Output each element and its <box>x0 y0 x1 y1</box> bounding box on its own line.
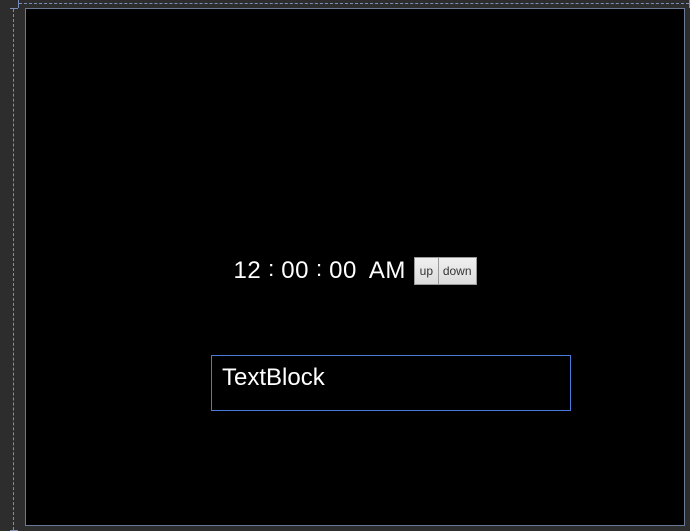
spinner-buttons: up down <box>414 257 477 285</box>
time-separator: : <box>316 256 322 282</box>
up-button[interactable]: up <box>414 257 438 285</box>
textblock-label: TextBlock <box>222 364 325 391</box>
time-hours[interactable]: 12 <box>233 257 261 285</box>
down-button[interactable]: down <box>438 257 477 285</box>
time-picker[interactable]: 12 : 00 : 00 AM up down <box>26 257 684 285</box>
textblock-container[interactable]: TextBlock <box>211 355 571 411</box>
vertical-ruler <box>10 8 18 531</box>
time-minutes[interactable]: 00 <box>281 257 309 285</box>
time-separator: : <box>268 256 274 282</box>
design-canvas: 12 : 00 : 00 AM up down TextBlock <box>25 8 685 526</box>
time-seconds[interactable]: 00 <box>329 257 357 285</box>
time-ampm[interactable]: AM <box>369 257 406 285</box>
horizontal-ruler <box>18 0 690 8</box>
